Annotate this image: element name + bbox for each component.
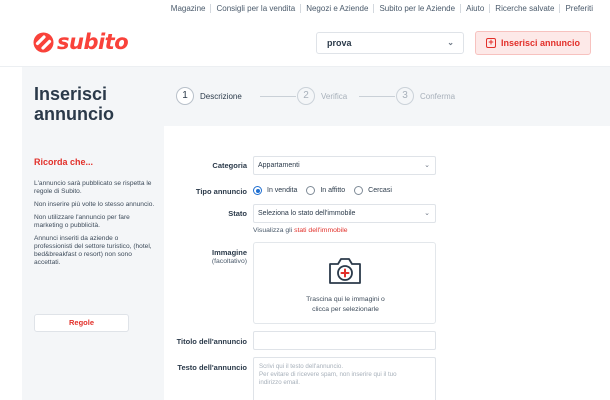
step-conferma: 3 Conferma: [396, 87, 455, 105]
step-number: 3: [396, 87, 414, 105]
inserisci-annuncio-label: Inserisci annuncio: [500, 38, 581, 48]
search-select[interactable]: prova ⌄: [316, 32, 464, 54]
categoria-select[interactable]: Appartamenti ⌄: [253, 156, 436, 175]
step-label: Verifica: [321, 91, 348, 101]
steps-bar: 1 Descrizione 2 Verifica 3 Conferma: [164, 67, 610, 126]
top-link-preferiti[interactable]: Preferiti: [559, 4, 598, 13]
header: subito prova ⌄ + Inserisci annuncio: [0, 17, 610, 67]
top-link-aiuto[interactable]: Aiuto: [460, 4, 489, 13]
top-link-ricerche-salvate[interactable]: Ricerche salvate: [489, 4, 559, 13]
titolo-label: Titolo dell'annuncio: [176, 337, 247, 346]
tipo-annuncio-label: Tipo annuncio: [195, 187, 247, 196]
radio-label: Cercasi: [368, 187, 392, 194]
image-dropzone[interactable]: Trascina qui le immagini o clicca per se…: [253, 242, 436, 324]
top-link-consigli[interactable]: Consigli per la vendita: [210, 4, 300, 13]
reminder-note: Non utilizzare l'annuncio per fare marke…: [34, 214, 130, 229]
categoria-value: Appartamenti: [258, 162, 300, 169]
step-number: 1: [176, 87, 194, 105]
chevron-down-icon: ⌄: [424, 210, 430, 217]
plus-square-icon: +: [485, 38, 496, 48]
immagine-label: Immagine: [211, 248, 247, 257]
testo-textarea[interactable]: Scrivi qui il testo dell'annuncio. Per e…: [253, 357, 436, 400]
page-title: Inserisci annuncio: [34, 84, 114, 124]
step-verifica: 2 Verifica: [297, 87, 347, 105]
reminder-note: Annunci inseriti da aziende o profession…: [34, 235, 152, 266]
step-connector: [359, 96, 395, 97]
radio-label: In affitto: [320, 187, 346, 194]
logo-text: subito: [57, 30, 129, 54]
dropzone-text-line2: clicca per selezionarle: [312, 306, 379, 313]
reminder-note: L'annuncio sarà pubblicato se rispetta l…: [34, 180, 152, 195]
radio-label: In vendita: [267, 187, 298, 194]
inserisci-annuncio-button[interactable]: + Inserisci annuncio: [475, 31, 591, 55]
stato-placeholder: Seleziona lo stato dell'immobile: [258, 210, 356, 217]
top-links-bar: Magazine Consigli per la vendita Negozi …: [0, 0, 610, 17]
step-connector: [260, 96, 296, 97]
step-label: Descrizione: [200, 91, 242, 101]
testo-label: Testo dell'annuncio: [177, 363, 247, 372]
top-link-magazine[interactable]: Magazine: [166, 4, 211, 13]
search-select-value: prova: [327, 38, 352, 48]
step-number: 2: [297, 87, 315, 105]
sidebar-panel: Inserisci annuncio Ricorda che... L'annu…: [22, 67, 164, 400]
top-link-negozi[interactable]: Negozi e Aziende: [300, 4, 373, 13]
chevron-down-icon: ⌄: [447, 38, 454, 47]
radio-empty-icon: [306, 186, 316, 195]
stato-label: Stato: [228, 209, 247, 218]
radio-selected-icon: [253, 186, 262, 195]
radio-empty-icon: [354, 186, 364, 195]
step-label: Conferma: [420, 91, 456, 101]
step-descrizione: 1 Descrizione: [176, 87, 242, 105]
tipo-annuncio-radio-group: In vendita In affitto Cercasi: [253, 186, 401, 195]
testo-placeholder-line2: Per evitare di ricevere spam, non inseri…: [259, 371, 397, 378]
top-link-aziende[interactable]: Subito per le Aziende: [373, 4, 460, 13]
stato-select[interactable]: Seleziona lo stato dell'immobile ⌄: [253, 204, 436, 223]
dropzone-text-line1: Trascina qui le immagini o: [306, 296, 385, 303]
radio-cercasi[interactable]: Cercasi: [354, 186, 392, 195]
subito-logo[interactable]: subito: [33, 30, 129, 54]
stati-immobile-link[interactable]: stati dell'immobile: [294, 227, 347, 234]
radio-in-vendita[interactable]: In vendita: [253, 186, 297, 195]
testo-placeholder-line1: Scrivi qui il testo dell'annuncio.: [259, 363, 344, 370]
chevron-down-icon: ⌄: [424, 162, 430, 169]
subito-logo-icon: [33, 32, 54, 52]
reminder-note: Non inserire più volte lo stesso annunci…: [34, 201, 155, 208]
stato-hint-text: Visualizza gli: [253, 227, 293, 234]
testo-placeholder-line3: indirizzo email.: [259, 379, 300, 386]
stato-hint: Visualizza gli stati dell'immobile: [253, 227, 348, 234]
titolo-input[interactable]: [253, 331, 436, 350]
rules-button[interactable]: Regole: [34, 314, 129, 332]
camera-plus-icon: [329, 258, 361, 284]
immagine-optional-label: (facoltativo): [211, 258, 247, 265]
categoria-label: Categoria: [212, 161, 247, 170]
radio-in-affitto[interactable]: In affitto: [306, 186, 345, 195]
reminder-heading: Ricorda che...: [34, 157, 94, 167]
reminder-notes: L'annuncio sarà pubblicato se rispetta l…: [34, 180, 158, 272]
